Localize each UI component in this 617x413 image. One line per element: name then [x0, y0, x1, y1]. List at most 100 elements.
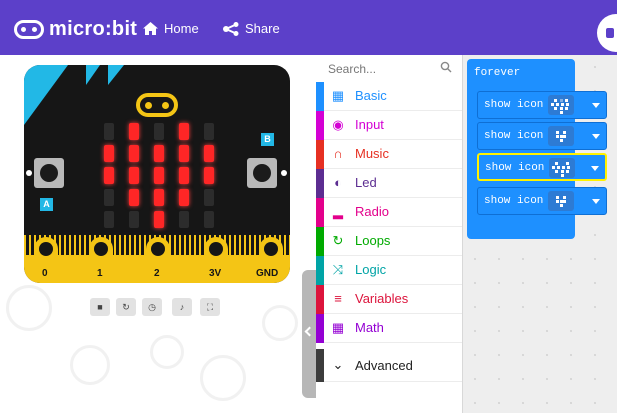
- chevron-down-icon: ⌄: [332, 357, 344, 372]
- button-a-label: A: [40, 198, 53, 211]
- category-music[interactable]: ∩ Music: [316, 140, 462, 169]
- led-on: [129, 145, 139, 162]
- button-b-label: B: [261, 133, 274, 146]
- background-decoration: [150, 335, 184, 369]
- pin-label: 0: [42, 268, 48, 279]
- home-button[interactable]: Home: [143, 21, 199, 36]
- category-stripe: [316, 82, 324, 111]
- heart-icon[interactable]: [548, 95, 574, 115]
- category-stripe: [316, 349, 324, 382]
- home-icon: [143, 22, 158, 35]
- category-label: Loops: [355, 233, 391, 248]
- sound-icon: ♪: [179, 302, 185, 312]
- led-off: [129, 211, 139, 228]
- show-icon-block[interactable]: show icon: [477, 187, 607, 215]
- search-icon[interactable]: [440, 61, 452, 73]
- led-on: [179, 189, 189, 206]
- chevron-down-icon[interactable]: [592, 199, 600, 204]
- share-button[interactable]: Share: [223, 21, 280, 36]
- led-off: [154, 123, 164, 140]
- led-off: [104, 211, 114, 228]
- target-icon: ◉: [332, 117, 344, 132]
- stop-button[interactable]: ■: [90, 298, 110, 316]
- category-led[interactable]: ◐ Led: [316, 169, 462, 198]
- category-label: Music: [355, 146, 389, 161]
- category-variables[interactable]: ≡ Variables: [316, 285, 462, 314]
- led-on: [179, 145, 189, 162]
- button-b[interactable]: [247, 158, 277, 188]
- calculator-icon: ▦: [331, 320, 345, 335]
- category-label: Radio: [355, 204, 389, 219]
- block-label: show icon: [484, 130, 544, 142]
- category-stripe: [316, 285, 324, 314]
- show-icon-block-selected[interactable]: show icon: [477, 153, 607, 181]
- led-off: [179, 211, 189, 228]
- collapse-simulator-button[interactable]: [302, 270, 316, 398]
- signal-bars-icon: ▂: [333, 204, 343, 219]
- category-stripe: [316, 314, 324, 343]
- category-stripe: [316, 140, 324, 169]
- small-heart-icon[interactable]: [548, 191, 574, 211]
- restart-icon: ↻: [122, 302, 130, 312]
- background-decoration: [200, 355, 246, 401]
- category-label: Variables: [355, 291, 409, 306]
- category-stripe: [316, 256, 324, 285]
- led-off: [204, 189, 214, 206]
- category-stripe: [316, 198, 324, 227]
- background-decoration: [6, 285, 52, 331]
- led-on: [179, 167, 189, 184]
- chevron-down-icon[interactable]: [592, 103, 600, 108]
- fullscreen-icon: ⛶: [206, 302, 214, 312]
- search-input[interactable]: Search...: [328, 62, 448, 78]
- led-on: [204, 167, 214, 184]
- share-icon: [223, 21, 239, 36]
- refresh-icon: ↻: [332, 233, 344, 248]
- category-advanced[interactable]: ⌄ Advanced: [316, 349, 462, 382]
- logo-text: micro:bit: [49, 18, 138, 40]
- led-on: [104, 167, 114, 184]
- block-label: show icon: [484, 195, 544, 207]
- show-icon-block[interactable]: show icon: [477, 122, 607, 150]
- led-on: [129, 167, 139, 184]
- sound-button[interactable]: ♪: [172, 298, 192, 316]
- led-off: [104, 189, 114, 206]
- category-stripe: [316, 111, 324, 140]
- home-label: Home: [164, 21, 199, 36]
- fullscreen-button[interactable]: ⛶: [200, 298, 220, 316]
- restart-button[interactable]: ↻: [116, 298, 136, 316]
- pin-label: 3V: [209, 268, 222, 279]
- chevron-down-icon[interactable]: [591, 166, 599, 171]
- category-label: Advanced: [355, 358, 413, 373]
- blocks-workspace[interactable]: forever show icon show icon show icon sh…: [462, 55, 617, 413]
- share-label: Share: [245, 21, 280, 36]
- category-label: Logic: [355, 262, 387, 277]
- show-icon-block[interactable]: show icon: [477, 91, 607, 119]
- category-label: Input: [355, 117, 384, 132]
- category-loops[interactable]: ↻ Loops: [316, 227, 462, 256]
- stop-icon: ■: [97, 302, 103, 312]
- editor-toggle-button[interactable]: [597, 14, 617, 52]
- led-off: [104, 123, 114, 140]
- category-stripe: [316, 227, 324, 256]
- category-math[interactable]: ▦ Math: [316, 314, 462, 343]
- pin-label: 1: [97, 268, 103, 279]
- headphones-icon: ∩: [333, 146, 343, 161]
- chevron-down-icon[interactable]: [592, 134, 600, 139]
- led-off: [204, 211, 214, 228]
- category-logic[interactable]: ⤨ Logic: [316, 256, 462, 285]
- led-on: [154, 211, 164, 228]
- toolbox: Search... ▦ Basic ◉ Input ∩ Music ◐ Led …: [316, 55, 462, 413]
- category-basic[interactable]: ▦ Basic: [316, 82, 462, 111]
- heart-icon[interactable]: [549, 158, 575, 178]
- background-decoration: [70, 345, 110, 385]
- lines-icon: ≡: [334, 291, 342, 306]
- slowmo-button[interactable]: ◷: [142, 298, 162, 316]
- microbit-logo[interactable]: micro:bit: [14, 18, 137, 41]
- toggle-icon: ◐: [334, 175, 342, 190]
- led-on: [204, 145, 214, 162]
- button-a[interactable]: [34, 158, 64, 188]
- category-input[interactable]: ◉ Input: [316, 111, 462, 140]
- category-radio[interactable]: ▂ Radio: [316, 198, 462, 227]
- small-heart-icon[interactable]: [548, 126, 574, 146]
- microbit-board[interactable]: A B 0 1 2 3V GND: [24, 65, 290, 283]
